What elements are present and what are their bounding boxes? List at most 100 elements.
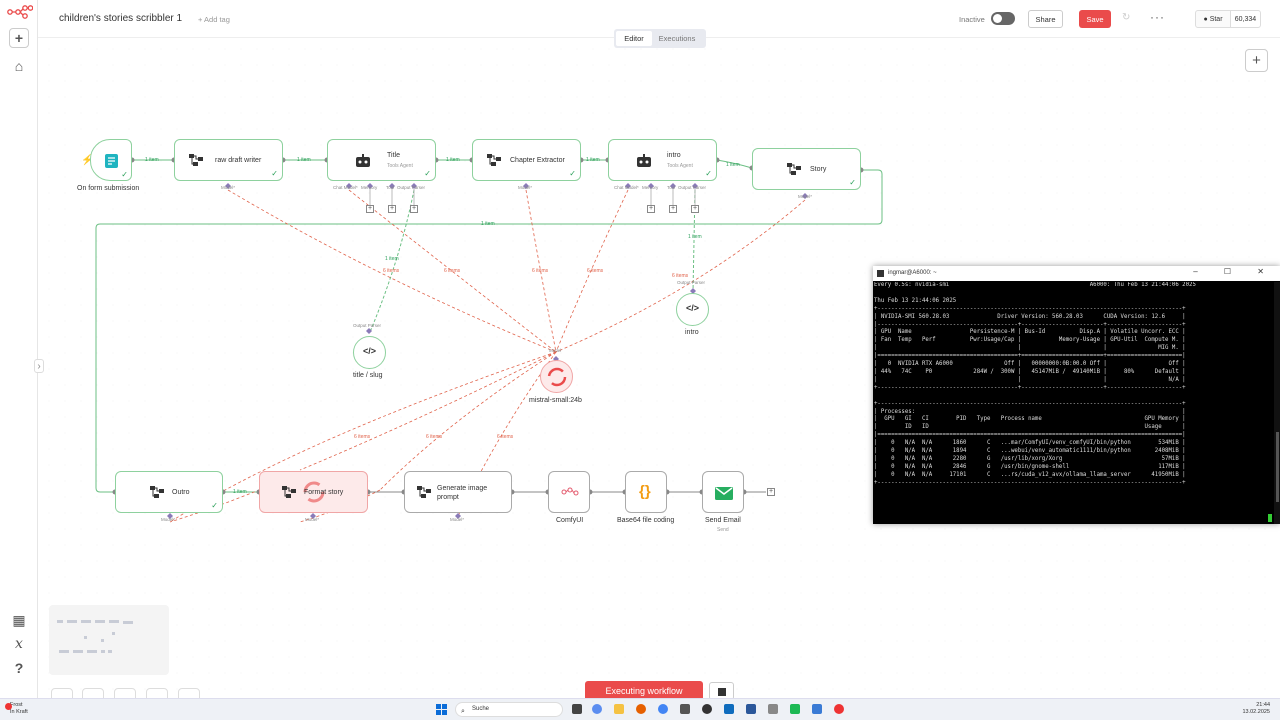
edge-label: 1 item [726, 162, 740, 168]
active-toggle[interactable] [991, 12, 1015, 25]
github-star-label: Star [1209, 15, 1223, 23]
node-title-agent[interactable]: Title Tools Agent ✓ [327, 139, 436, 181]
success-check-icon: ✓ [849, 178, 856, 187]
add-node-button[interactable]: + [767, 488, 775, 496]
add-output-parser-button[interactable]: + [691, 205, 699, 213]
weather-widget[interactable]: Frost In Kraft [5, 702, 28, 715]
search-icon: ⌕ [461, 708, 465, 715]
edge-label: 6 items [426, 434, 443, 440]
add-memory-button[interactable]: + [647, 205, 655, 213]
share-button[interactable]: Share [1028, 10, 1063, 28]
terminal-output[interactable]: Every 0.5s: nvidia-smi A6000: Thu Feb 13… [873, 282, 1280, 524]
node-label: Title [387, 152, 400, 159]
home-icon[interactable]: ⌂ [9, 56, 29, 76]
add-tool-button[interactable]: + [669, 205, 677, 213]
form-icon [105, 154, 118, 168]
node-chapter-extractor[interactable]: Chapter Extractor ✓ [472, 139, 581, 181]
node-label: Format story [304, 489, 344, 496]
success-check-icon: ✓ [211, 501, 218, 510]
code-icon: </> [686, 303, 700, 313]
save-app-icon[interactable] [746, 704, 756, 714]
success-check-icon: ✓ [705, 169, 712, 178]
taskbar-search-input[interactable]: ⌕ Suche [455, 702, 563, 717]
terminal-line: |=======================================… [874, 353, 1186, 360]
edge-label: 6 items [444, 268, 461, 274]
robot-icon [356, 154, 370, 167]
github-star-count[interactable]: 60,334 [1230, 10, 1261, 28]
left-sidebar: + ⌂ ▦ x ? [0, 0, 38, 698]
history-icon[interactable]: ↻ [1122, 12, 1130, 23]
node-send-email[interactable] [702, 471, 744, 513]
node-base64[interactable]: {} [625, 471, 667, 513]
tab-executions[interactable]: Executions [652, 31, 702, 46]
chrome-icon[interactable] [658, 704, 668, 714]
node-intro-parser[interactable]: </> [676, 293, 709, 326]
add-tag-link[interactable]: + Add tag [198, 15, 230, 24]
app-icon[interactable] [790, 704, 800, 714]
copilot-icon[interactable] [592, 704, 602, 714]
node-on-form-submission[interactable]: ✓ [90, 139, 132, 181]
success-check-icon: ✓ [424, 169, 431, 178]
terminal-line: | 44% 74C P0 284W / 300W | 45147MiB / 49… [874, 368, 1186, 375]
code-braces-icon: {} [639, 483, 651, 500]
minimap[interactable] [49, 605, 169, 675]
port-label: Model [549, 348, 562, 353]
github-star-button[interactable]: ● Star [1195, 10, 1231, 28]
terminal-line: +---------------------------------------… [874, 479, 1186, 486]
terminal-window[interactable]: ingmar@A6000: ~ – ☐ ✕ Every 0.5s: nvidia… [873, 266, 1280, 524]
more-menu-button[interactable]: ··· [1150, 10, 1165, 24]
file-explorer-icon[interactable] [614, 704, 624, 714]
add-node-plus-button[interactable]: + [1245, 49, 1268, 72]
node-generate-image-prompt[interactable]: Generate image prompt [404, 471, 512, 513]
terminal-line: | NVIDIA-SMI 560.28.03 Driver Version: 5… [874, 313, 1186, 320]
terminal-icon [877, 270, 884, 277]
node-format-story[interactable]: Format story [259, 471, 368, 513]
terminal-line: | 0 N/A N/A 1894 C ...webui/venv_automat… [874, 448, 1186, 455]
node-intro-agent[interactable]: intro Tools Agent ✓ [608, 139, 717, 181]
edge-label: 6 items [383, 268, 400, 274]
help-icon[interactable]: ? [9, 658, 29, 678]
edge-label: 6 items [497, 434, 514, 440]
system-clock[interactable]: 21:44 13.02.2025 [1242, 702, 1270, 716]
taskview-icon[interactable] [572, 704, 582, 714]
create-plus-button[interactable]: + [9, 28, 29, 48]
chain-icon [417, 486, 431, 498]
save-button[interactable]: Save [1079, 10, 1111, 28]
node-title-slug[interactable]: </> [353, 336, 386, 369]
tab-editor[interactable]: Editor [616, 31, 652, 46]
port-label: Model* [305, 517, 320, 522]
editor-tabs: Editor Executions [614, 29, 706, 48]
node-comfyui[interactable] [548, 471, 590, 513]
firefox-icon[interactable] [636, 704, 646, 714]
node-story[interactable]: Story ✓ [752, 148, 861, 190]
terminal-scrollbar[interactable] [1274, 282, 1280, 524]
templates-icon[interactable]: ▦ [9, 610, 29, 630]
port-label: Chat Model* [333, 185, 358, 190]
email-icon [715, 487, 733, 500]
node-outro[interactable]: Outro ✓ [115, 471, 223, 513]
app-icon[interactable] [812, 704, 822, 714]
workflow-title[interactable]: children's stories scribbler 1 [59, 13, 182, 24]
node-label: Story [810, 166, 827, 173]
n8n-app: 1 item 1 item 1 item 1 item 1 item 1 ite… [0, 0, 1280, 720]
add-output-parser-button[interactable]: + [410, 205, 418, 213]
app-icon[interactable] [702, 704, 712, 714]
window-controls[interactable]: – ☐ ✕ [1193, 267, 1276, 276]
weather-line2: In Kraft [10, 708, 28, 715]
node-mistral-model[interactable] [540, 360, 573, 393]
expand-sidebar-chevron-icon[interactable]: › [34, 359, 44, 373]
outlook-icon[interactable] [724, 704, 734, 714]
weather-alert-icon [5, 703, 12, 710]
node-raw-draft-writer[interactable]: raw draft writer ✓ [174, 139, 283, 181]
terminal-titlebar[interactable]: ingmar@A6000: ~ – ☐ ✕ [873, 266, 1280, 281]
graph-nodes-icon [561, 487, 579, 496]
app-icon[interactable] [680, 704, 690, 714]
windows-start-icon[interactable] [436, 704, 447, 715]
app-icon[interactable] [768, 704, 778, 714]
variables-icon[interactable]: x [9, 634, 29, 654]
add-tool-button[interactable]: + [388, 205, 396, 213]
terminal-line: | Fan Temp Perf Pwr:Usage/Cap | Memory-U… [874, 337, 1186, 344]
add-memory-button[interactable]: + [366, 205, 374, 213]
app-icon[interactable] [834, 704, 844, 714]
